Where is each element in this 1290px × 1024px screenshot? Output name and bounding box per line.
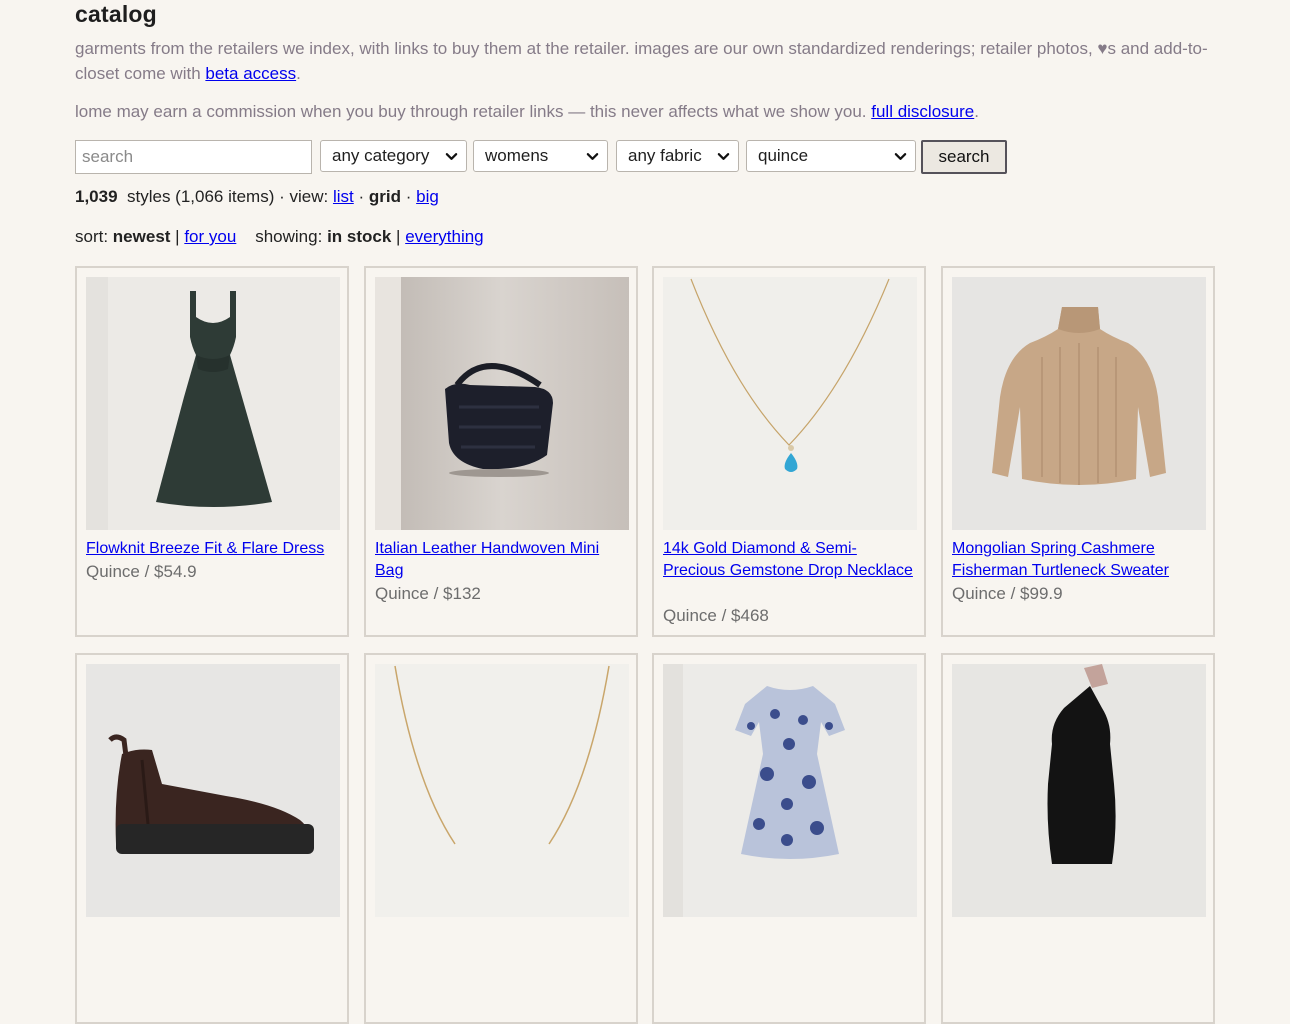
product-meta: Quince / $468 [663, 606, 769, 625]
results-summary: 1,039 styles (1,066 items) · view: list … [75, 186, 439, 208]
boot-icon [86, 664, 340, 917]
sort-label: sort: [75, 227, 109, 246]
product-title-link[interactable]: Italian Leather Handwoven Mini Bag [375, 538, 625, 581]
category-select[interactable]: any category [320, 140, 467, 172]
product-image[interactable] [663, 277, 917, 530]
sort-separator: | [175, 227, 180, 246]
category-select-value: any category [332, 146, 430, 165]
product-meta: Quince / $132 [375, 584, 481, 603]
gender-select[interactable]: womens [473, 140, 608, 172]
disclosure-period: . [974, 102, 979, 121]
product-card: Italian Leather Handwoven Mini Bag Quinc… [364, 266, 638, 637]
search-input[interactable] [75, 140, 312, 174]
chevron-down-icon [894, 153, 907, 160]
fabric-select[interactable]: any fabric [616, 140, 739, 172]
sort-newest-current: newest [112, 227, 171, 246]
fabric-select-value: any fabric [628, 146, 702, 165]
product-card [652, 653, 926, 1024]
view-list-link[interactable]: list [333, 187, 354, 206]
product-meta: Quince / $54.9 [86, 562, 197, 581]
necklace-icon [663, 277, 917, 530]
full-disclosure-link[interactable]: full disclosure [871, 102, 974, 121]
product-image[interactable] [86, 277, 340, 530]
gender-select-value: womens [485, 146, 549, 165]
showing-everything-link[interactable]: everything [405, 227, 483, 246]
product-image[interactable] [663, 664, 917, 917]
styles-count: 1,039 [75, 187, 118, 206]
dress-icon [86, 277, 340, 530]
bag-icon [375, 277, 629, 530]
intro-period: . [296, 64, 301, 83]
showing-label: showing: [255, 227, 323, 246]
view-separator: · [405, 187, 412, 206]
styles-text: styles (1,066 items) · view: [127, 187, 329, 206]
product-card: Flowknit Breeze Fit & Flare Dress Quince… [75, 266, 349, 637]
floral-dress-icon [663, 664, 917, 917]
view-separator: · [358, 187, 365, 206]
chevron-down-icon [445, 153, 458, 160]
disclosure-text: lome may earn a commission when you buy … [75, 102, 872, 121]
chevron-down-icon [717, 153, 730, 160]
halter-dress-icon [952, 664, 1206, 917]
product-image[interactable] [375, 277, 629, 530]
chevron-down-icon [586, 153, 599, 160]
beta-access-link[interactable]: beta access [205, 64, 296, 83]
chain-icon [375, 664, 629, 917]
retailer-select-value: quince [758, 146, 809, 165]
search-button[interactable]: search [921, 140, 1007, 174]
product-card [75, 653, 349, 1024]
product-image[interactable] [952, 664, 1206, 917]
retailer-select[interactable]: quince [746, 140, 916, 172]
page-title: catalog [75, 1, 157, 27]
product-card [364, 653, 638, 1024]
sort-for-you-link[interactable]: for you [184, 227, 236, 246]
product-title-link[interactable]: Mongolian Spring Cashmere Fisherman Turt… [952, 538, 1202, 581]
disclosure-paragraph: lome may earn a commission when you buy … [75, 99, 1215, 124]
view-grid-current: grid [368, 187, 401, 206]
product-card: 14k Gold Diamond & Semi-Precious Gemston… [652, 266, 926, 637]
product-meta: Quince / $99.9 [952, 584, 1063, 603]
product-card: Mongolian Spring Cashmere Fisherman Turt… [941, 266, 1215, 637]
sweater-icon [952, 277, 1206, 530]
showing-in-stock-current: in stock [327, 227, 392, 246]
product-title-link[interactable]: 14k Gold Diamond & Semi-Precious Gemston… [663, 538, 913, 581]
sort-bar: sort: newest | for you showing: in stock… [75, 226, 484, 248]
showing-separator: | [396, 227, 401, 246]
view-big-link[interactable]: big [416, 187, 439, 206]
intro-paragraph: garments from the retailers we index, wi… [75, 36, 1215, 86]
product-card [941, 653, 1215, 1024]
product-image[interactable] [952, 277, 1206, 530]
product-title-link[interactable]: Flowknit Breeze Fit & Flare Dress [86, 538, 336, 560]
product-image[interactable] [86, 664, 340, 917]
product-image[interactable] [375, 664, 629, 917]
